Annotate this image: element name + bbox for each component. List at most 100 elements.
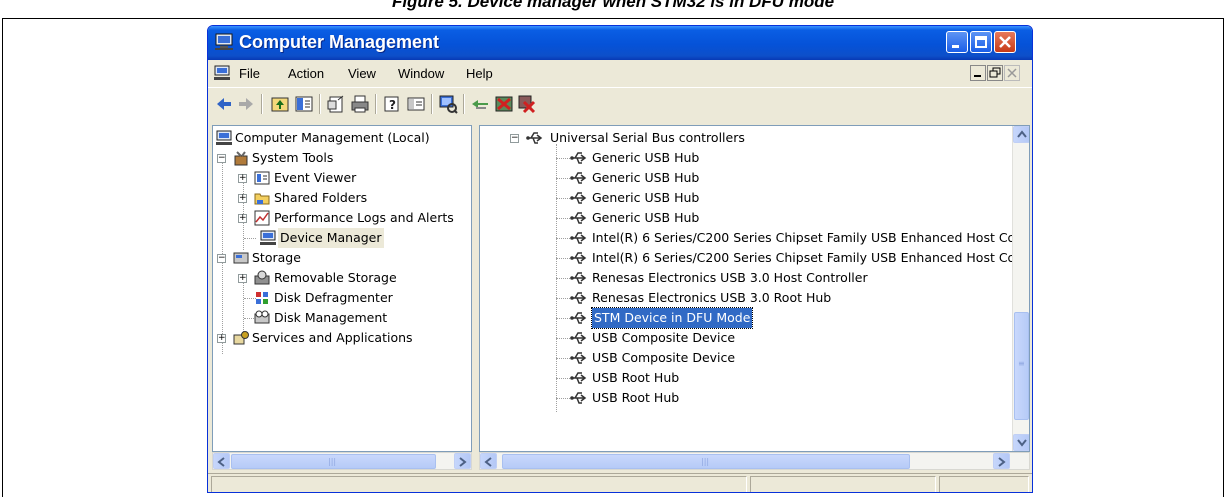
toolbar: ? [208,87,1032,119]
show-hide-tree-icon[interactable] [294,94,314,114]
usb-controllers-category[interactable]: − Universal Serial Bus controllers [510,128,1010,148]
device-label: Renesas Electronics USB 3.0 Root Hub [592,290,832,305]
tree-item-storage[interactable]: − Storage [216,248,466,268]
collapse-toggle[interactable]: − [217,154,226,163]
tree-item-disk-defragmenter[interactable]: Disk Defragmenter [216,288,466,308]
app-menu-icon[interactable] [214,65,230,81]
tree-item-event-viewer[interactable]: + Event Viewer [216,168,466,188]
device-item[interactable]: USB Composite Device [556,348,1016,368]
title-bar[interactable]: Computer Management [208,26,1032,60]
device-list-pane[interactable]: − Universal Serial Bus controllers Gener… [479,125,1030,452]
print-icon[interactable] [350,94,370,114]
maximize-icon [975,36,987,48]
up-folder-icon[interactable] [270,94,290,114]
menu-action[interactable]: Action [288,66,324,81]
mdi-minimize-button[interactable] [970,65,986,81]
vertical-scrollbar[interactable]: ≡ [1012,126,1029,451]
tree-connector [556,178,570,179]
window-title: Computer Management [239,32,440,52]
mdi-close-button[interactable] [1004,65,1020,81]
scroll-up-button[interactable] [1013,126,1029,143]
tree-item-system-tools[interactable]: − System Tools [216,148,466,168]
tree-connector [556,398,570,399]
device-item[interactable]: Intel(R) 6 Series/C200 Series Chipset Fa… [556,228,1016,248]
disk-defragmenter-icon [256,292,268,304]
tree-label: Performance Logs and Alerts [274,210,454,225]
status-cell [211,476,747,492]
usb-icon [570,172,587,184]
menu-window[interactable]: Window [398,66,444,81]
horizontal-scroll-thumb[interactable]: ||| [502,454,910,469]
usb-icon [570,252,587,264]
grip-icon: ≡ [1018,359,1025,368]
maximize-button[interactable] [970,31,992,53]
device-label: Renesas Electronics USB 3.0 Host Control… [592,270,868,285]
menu-file[interactable]: File [239,66,260,81]
tree-item-device-manager[interactable]: Device Manager [216,228,466,248]
expand-toggle[interactable]: + [217,334,226,343]
mdi-restore-button[interactable] [987,65,1003,81]
tree-item-services-applications[interactable]: + Services and Applications [216,328,466,348]
device-label: USB Composite Device [592,350,736,365]
back-arrow-icon[interactable] [214,94,234,114]
console-icon[interactable] [406,94,426,114]
usb-icon [526,132,543,144]
scroll-down-button[interactable] [1013,434,1029,451]
menu-view[interactable]: View [348,66,376,81]
vertical-scroll-thumb[interactable]: ≡ [1014,312,1029,420]
scroll-right-button[interactable] [454,453,471,469]
device-item[interactable]: USB Composite Device [556,328,1016,348]
tree-connector [556,158,570,159]
device-item[interactable]: Generic USB Hub [556,148,1016,168]
help-icon[interactable]: ? [382,94,402,114]
update-driver-icon[interactable] [470,94,490,114]
status-cell [939,476,1029,492]
tree-item-removable-storage[interactable]: + Removable Storage [216,268,466,288]
tree-connector [556,238,570,239]
uninstall-device-icon[interactable] [516,94,536,114]
removable-storage-icon [254,270,270,285]
forward-arrow-icon[interactable] [236,94,256,114]
device-item[interactable]: Renesas Electronics USB 3.0 Root Hub [556,288,1016,308]
scroll-right-button[interactable] [993,453,1010,469]
tree-item-root[interactable]: Computer Management (Local) [216,128,466,148]
left-horizontal-scrollbar[interactable]: ||| [212,452,472,470]
device-item[interactable]: Generic USB Hub [556,168,1016,188]
device-item[interactable]: Generic USB Hub [556,188,1016,208]
scroll-left-button[interactable] [480,453,497,469]
tree-connector [556,258,570,259]
disable-device-icon[interactable] [494,94,514,114]
expand-toggle[interactable]: + [238,174,247,183]
tree-item-shared-folders[interactable]: + Shared Folders [216,188,466,208]
device-item[interactable]: Renesas Electronics USB 3.0 Host Control… [556,268,1016,288]
device-item[interactable]: USB Root Hub [556,368,1016,388]
properties-icon[interactable] [326,94,346,114]
usb-icon [570,272,587,284]
minimize-button[interactable] [946,31,968,53]
console-tree-pane[interactable]: Computer Management (Local) − System Too… [212,125,472,452]
expand-toggle[interactable]: + [238,214,247,223]
scan-hardware-icon[interactable] [438,94,458,114]
scroll-left-button[interactable] [213,453,230,469]
toolbar-separator [375,94,377,114]
tree-label: Shared Folders [274,190,368,205]
horizontal-scroll-thumb[interactable]: ||| [231,454,436,469]
device-item[interactable]: Generic USB Hub [556,208,1016,228]
tree-label: System Tools [252,150,334,165]
right-horizontal-scrollbar[interactable]: ||| [479,452,1030,470]
usb-icon [570,372,587,384]
device-item[interactable]: USB Root Hub [556,388,1016,408]
close-button[interactable] [994,31,1016,53]
tree-item-disk-management[interactable]: Disk Management [216,308,466,328]
device-item[interactable]: Intel(R) 6 Series/C200 Series Chipset Fa… [556,248,1016,268]
collapse-toggle[interactable]: − [510,134,519,143]
collapse-toggle[interactable]: − [217,254,226,263]
expand-toggle[interactable]: + [238,194,247,203]
chevron-up-icon [1017,130,1027,138]
tree-label: Device Manager [278,228,384,248]
menu-help[interactable]: Help [466,66,493,81]
expand-toggle[interactable]: + [238,274,247,283]
device-item-stm-dfu[interactable]: STM Device in DFU Mode [556,307,1016,329]
tree-item-performance-logs[interactable]: + Performance Logs and Alerts [216,208,471,228]
left-hscroll-row: ||| [212,452,472,470]
